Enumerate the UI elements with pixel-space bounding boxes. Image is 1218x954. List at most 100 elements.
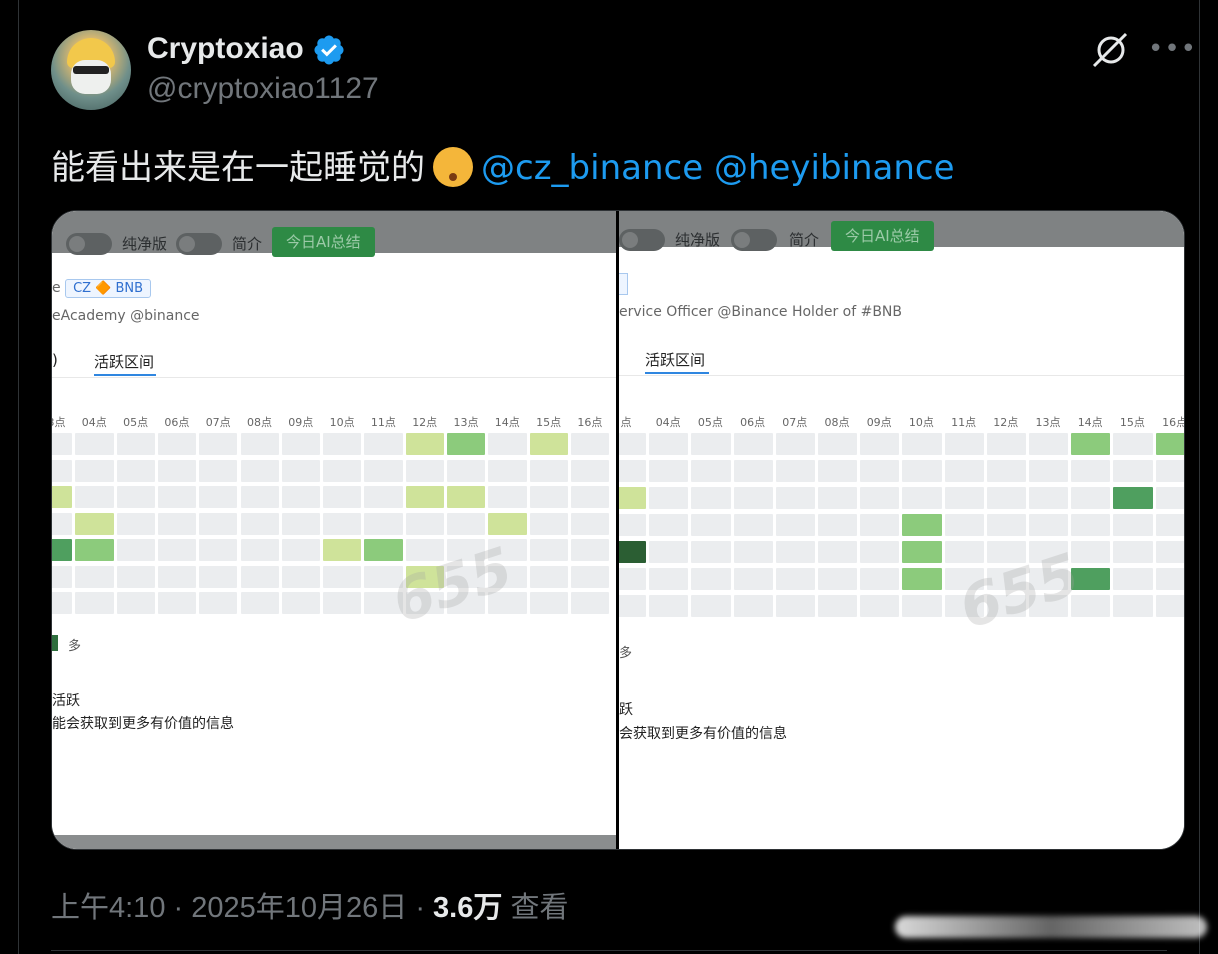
hour-label: 04点 — [655, 416, 681, 429]
profile-tag-fragment — [619, 273, 628, 295]
heatmap-cell — [860, 460, 900, 482]
heatmap-cell — [902, 433, 942, 455]
heatmap-cell — [619, 460, 647, 482]
screenshot-bottom-strip — [52, 835, 616, 849]
hour-label: 09点 — [288, 416, 314, 429]
author-name[interactable]: Cryptoxiao — [147, 32, 304, 66]
intro-toggle — [731, 229, 777, 251]
heatmap-cell — [1155, 568, 1184, 590]
ai-summary-button: 今日AI总结 — [272, 227, 375, 257]
heatmap-cell — [116, 565, 155, 588]
heatmap-cell — [323, 539, 362, 561]
heatmap-cell — [52, 433, 73, 455]
hour-label: 08点 — [824, 416, 850, 429]
heatmap-cell — [944, 433, 984, 455]
heatmap-cell — [570, 459, 610, 482]
note-line-2: 能会获取到更多有价值的信息 — [52, 716, 234, 732]
heatmap-cell — [364, 433, 403, 455]
heatmap-cell — [775, 595, 815, 617]
heatmap-cell — [323, 565, 362, 588]
pure-version-toggle — [66, 233, 112, 255]
hour-label: 15点 — [1119, 416, 1145, 429]
heatmap-cell — [1029, 460, 1069, 482]
heatmap-cell — [157, 459, 197, 482]
heatmap-cell — [649, 514, 689, 536]
view-label: 查看 — [510, 892, 569, 924]
heatmap-cell — [323, 486, 362, 508]
hour-label: 16点 — [1162, 416, 1184, 429]
author-handle[interactable]: @cryptoxiao1127 — [147, 72, 379, 106]
hour-label: 13点 — [453, 416, 479, 429]
heatmap-cell — [116, 486, 155, 508]
heatmap-cell — [52, 592, 73, 614]
heatmap-cell — [860, 568, 900, 590]
heatmap-cell — [116, 459, 155, 482]
heatmap-cell — [1029, 487, 1069, 509]
mention-cz-binance[interactable]: @cz_binance — [481, 148, 703, 188]
hour-label: 10点 — [908, 416, 934, 429]
heatmap-cell — [488, 486, 527, 508]
heatmap-cell — [944, 514, 984, 536]
heatmap-cell — [199, 565, 238, 588]
tab-underline — [645, 372, 709, 374]
hour-label: 09点 — [866, 416, 892, 429]
heatmap-cell — [529, 459, 568, 482]
grok-icon[interactable] — [1090, 30, 1130, 70]
tab-active-range: 活跃区间 — [645, 351, 706, 369]
hour-label: 08点 — [247, 416, 272, 429]
hour-label: 05点 — [123, 416, 149, 429]
screenshot-toolbar: 纯净版 简介 今日AI总结 — [619, 211, 1184, 251]
tweet-media[interactable]: 纯净版 简介 今日AI总结 e CZ 🔶 BNB eAcademy @binan… — [51, 210, 1185, 850]
heatmap-cell — [157, 565, 197, 588]
tweet-time[interactable]: 上午4:10 — [51, 892, 165, 924]
heatmap-cell — [649, 568, 689, 590]
heatmap-cell — [1155, 541, 1184, 563]
heatmap-cell — [1155, 460, 1184, 482]
tab-rule — [52, 377, 616, 378]
heatmap-cell — [1071, 460, 1111, 482]
heatmap-cell — [75, 512, 114, 535]
heatmap-cell — [281, 592, 321, 614]
heatmap-cell — [1071, 433, 1111, 455]
avatar[interactable] — [51, 30, 131, 110]
heatmap-cell — [902, 541, 942, 563]
tweet-date[interactable]: 2025年10月26日 — [191, 892, 407, 924]
heatmap-cell — [649, 595, 689, 617]
heatmap-cell — [157, 592, 197, 614]
heatmap-cell — [619, 595, 647, 617]
heatmap-cell — [1113, 568, 1153, 590]
heatmap-cell — [52, 539, 73, 561]
heatmap-cell — [447, 433, 486, 455]
mention-heyibinance[interactable]: @heyibinance — [714, 148, 955, 188]
heatmap-cell — [364, 459, 403, 482]
heatmap-cell — [364, 539, 403, 561]
shushing-face-emoji-icon — [433, 147, 473, 187]
legend-more-label: 多 — [619, 646, 633, 661]
heatmap-cell — [619, 433, 647, 455]
heatmap-cell — [570, 539, 610, 561]
heatmap-cell — [691, 487, 731, 509]
heatmap-cell — [240, 459, 279, 482]
media-image-left: 纯净版 简介 今日AI总结 e CZ 🔶 BNB eAcademy @binan… — [52, 211, 616, 849]
timeline-border-left — [18, 0, 19, 954]
heatmap-cell — [691, 541, 731, 563]
heatmap-cell — [1071, 541, 1111, 563]
heatmap-cell — [1155, 514, 1184, 536]
more-options-icon[interactable]: ••• — [1148, 34, 1196, 64]
heatmap-cell — [1113, 541, 1153, 563]
heatmap-cell — [240, 539, 279, 561]
heatmap-cell — [944, 541, 984, 563]
heatmap-cell — [116, 539, 155, 561]
tab-underline — [94, 374, 156, 376]
heatmap-cell — [281, 433, 321, 455]
heatmap-cell — [240, 433, 279, 455]
heatmap-cell — [529, 433, 568, 455]
heatmap-cell — [733, 568, 773, 590]
heatmap-cell — [52, 512, 73, 535]
heatmap-cell — [405, 459, 444, 482]
heatmap-cell — [240, 565, 279, 588]
heatmap-cell — [691, 595, 731, 617]
heatmap-cell — [529, 565, 568, 588]
heatmap-cell — [649, 433, 689, 455]
hour-label: 点 — [620, 416, 632, 429]
